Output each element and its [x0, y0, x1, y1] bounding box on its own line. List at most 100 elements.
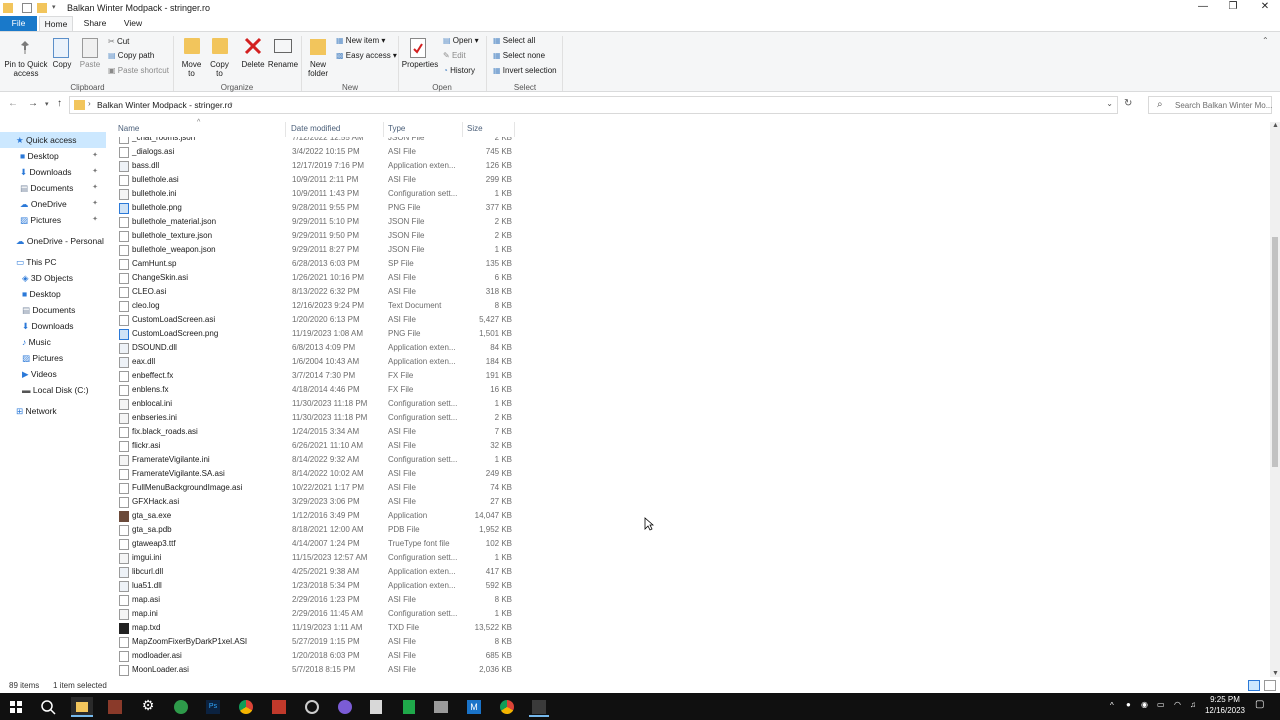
search-box[interactable]: ⌕ Search Balkan Winter Mo...	[1148, 96, 1272, 114]
breadcrumb-chevron-icon[interactable]: ›	[230, 99, 233, 108]
details-view-icon[interactable]	[1248, 680, 1260, 691]
file-row[interactable]: enbseries.ini 11/30/2023 11:18 PM Configur…	[110, 411, 520, 425]
file-row[interactable]: MoonLoader.asi 5/7/2018 8:15 PM ASI File 2,…	[110, 663, 520, 677]
edit-button[interactable]: ✎ Edit	[443, 51, 466, 61]
select-all-button[interactable]: ▦ Select all	[493, 36, 535, 46]
new-folder-quick-icon[interactable]	[37, 3, 47, 13]
easy-access-button[interactable]: ▩ Easy access ▾	[336, 51, 397, 61]
nav-pc-music[interactable]: ♪ Music	[22, 334, 51, 350]
new-item-button[interactable]: ▦ New item ▾	[336, 36, 385, 46]
nav-pc-downloads[interactable]: ⬇ Downloads	[22, 318, 74, 334]
back-arrow-icon[interactable]: ←	[8, 98, 18, 109]
file-row[interactable]: bass.dll 12/17/2019 7:16 PM Application ex…	[110, 159, 520, 173]
address-bar[interactable]: › Balkan Winter Modpack - stringer.ro › …	[69, 96, 1118, 114]
file-row[interactable]: _chat_rooms.json 7/12/2022 12:55 AM JSON F…	[110, 137, 520, 145]
breadcrumb-path[interactable]: Balkan Winter Modpack - stringer.ro	[97, 100, 232, 110]
column-date-modified[interactable]: Date modified	[291, 124, 340, 133]
file-row[interactable]: flickr.asi 6/26/2021 11:10 AM ASI File 32 K…	[110, 439, 520, 453]
app-circle-icon[interactable]	[302, 697, 322, 717]
app-gray-icon[interactable]	[431, 697, 451, 717]
invert-selection-button[interactable]: ▦ Invert selection	[493, 66, 557, 76]
up-arrow-icon[interactable]: ↑	[57, 98, 62, 109]
file-row[interactable]: CustomLoadScreen.png 11/19/2023 1:08 AM PN…	[110, 327, 520, 341]
properties-button[interactable]: Properties	[400, 60, 440, 69]
file-row[interactable]: libcurl.dll 4/25/2021 9:38 AM Application …	[110, 565, 520, 579]
app-green-icon[interactable]	[171, 697, 191, 717]
recent-locations-icon[interactable]: ▾	[45, 100, 49, 108]
battery-icon[interactable]: ▭	[1157, 700, 1165, 709]
select-none-button[interactable]: ▦ Select none	[493, 51, 545, 61]
nav-quick-access[interactable]: ★ Quick access	[0, 132, 106, 148]
app-purple-icon[interactable]	[335, 697, 355, 717]
rename-button[interactable]: Rename	[267, 60, 299, 69]
file-row[interactable]: gta_sa.exe 1/12/2016 3:49 PM Application 14…	[110, 509, 520, 523]
file-row[interactable]: enblens.fx 4/18/2014 4:46 PM FX File 16 KB	[110, 383, 520, 397]
file-row[interactable]: MapZoomFixerByDarkP1xel.ASI 5/27/2019 1:1…	[110, 635, 520, 649]
file-row[interactable]: eax.dll 1/6/2004 10:43 AM Application exte…	[110, 355, 520, 369]
app-dark-icon[interactable]	[529, 697, 549, 717]
nav-qa-pictures[interactable]: ▨ Pictures ✦	[20, 212, 106, 228]
large-icons-view-icon[interactable]	[1264, 680, 1276, 691]
microphone-icon[interactable]: ●	[1126, 700, 1131, 709]
customize-quick-access-icon[interactable]: ▾	[52, 3, 58, 13]
paste-button[interactable]: Paste	[78, 60, 102, 69]
camera-icon[interactable]: ◉	[1141, 700, 1148, 709]
file-row[interactable]: gta_sa.pdb 8/18/2021 12:00 AM PDB File 1,95…	[110, 523, 520, 537]
app-red-icon[interactable]	[105, 697, 125, 717]
file-row[interactable]: lua51.dll 1/23/2018 5:34 PM Application ex…	[110, 579, 520, 593]
file-row[interactable]: gtaweap3.ttf 4/14/2007 1:24 PM TrueType fo…	[110, 537, 520, 551]
column-divider[interactable]	[285, 122, 286, 137]
file-row[interactable]: FramerateVigilante.SA.asi 8/14/2022 10:02…	[110, 467, 520, 481]
refresh-icon[interactable]: ↻	[1124, 98, 1132, 109]
nav-qa-downloads[interactable]: ⬇ Downloads ✦	[20, 164, 106, 180]
chrome-icon[interactable]	[236, 697, 256, 717]
scroll-down-icon[interactable]: ▼	[1272, 670, 1279, 677]
file-row[interactable]: ChangeSkin.asi 1/26/2021 10:16 PM ASI File…	[110, 271, 520, 285]
file-row[interactable]: bullethole.ini 10/9/2011 1:43 PM Configura…	[110, 187, 520, 201]
file-row[interactable]: bullethole_texture.json 9/29/2011 9:50 PM…	[110, 229, 520, 243]
search-icon[interactable]	[38, 697, 58, 717]
delete-button[interactable]: Delete	[238, 60, 268, 69]
column-type[interactable]: Type	[388, 124, 405, 133]
volume-icon[interactable]: ♫	[1190, 700, 1196, 709]
file-explorer-taskbar-icon[interactable]	[71, 697, 93, 717]
app-doc-icon[interactable]	[366, 697, 386, 717]
column-divider[interactable]	[462, 122, 463, 137]
settings-icon[interactable]: ⚙	[138, 697, 158, 717]
file-row[interactable]: DSOUND.dll 6/8/2013 4:09 PM Application ex…	[110, 341, 520, 355]
clock-time[interactable]: 9:25 PM	[1209, 695, 1241, 704]
chrome-2-icon[interactable]	[497, 697, 517, 717]
paste-shortcut-button[interactable]: ▣ Paste shortcut	[108, 66, 169, 76]
nav-pc-desktop[interactable]: ■ Desktop	[22, 286, 61, 302]
nav-pc-documents[interactable]: ▤ Documents	[22, 302, 75, 318]
maximize-button[interactable]: ❐	[1218, 0, 1248, 16]
file-row[interactable]: bullethole.asi 10/9/2011 2:11 PM ASI File 2…	[110, 173, 520, 187]
file-row[interactable]: _dialogs.asi 3/4/2022 10:15 PM ASI File 745…	[110, 145, 520, 159]
forward-arrow-icon[interactable]: →	[28, 98, 38, 109]
file-row[interactable]: bullethole.png 9/28/2011 9:55 PM PNG File 3…	[110, 201, 520, 215]
nav-network[interactable]: ⊞ Network	[16, 403, 57, 419]
nav-pc-videos[interactable]: ▶ Videos	[22, 366, 57, 382]
show-hidden-icons[interactable]: ^	[1110, 701, 1114, 710]
file-row[interactable]: bullethole_material.json 9/29/2011 5:10 P…	[110, 215, 520, 229]
wifi-icon[interactable]: ◠	[1174, 700, 1181, 709]
nav-qa-documents[interactable]: ▤ Documents ✦	[20, 180, 106, 196]
column-divider[interactable]	[514, 122, 515, 137]
properties-quick-icon[interactable]	[22, 3, 32, 13]
history-button[interactable]: ◔ History	[443, 66, 475, 76]
address-dropdown-icon[interactable]: ⌄	[1106, 99, 1113, 108]
move-to-button[interactable]: Move to	[178, 60, 205, 78]
file-row[interactable]: cleo.log 12/16/2023 9:24 PM Text Document 8…	[110, 299, 520, 313]
tab-share[interactable]: Share	[78, 16, 112, 31]
tab-home[interactable]: Home	[39, 16, 73, 31]
file-row[interactable]: enbeffect.fx 3/7/2014 7:30 PM FX File 191 K…	[110, 369, 520, 383]
collapse-ribbon-icon[interactable]: ⌃	[1262, 36, 1269, 46]
file-row[interactable]: FramerateVigilante.ini 8/14/2022 9:32 AM C…	[110, 453, 520, 467]
column-size[interactable]: Size	[467, 124, 483, 133]
copy-button[interactable]: Copy	[50, 60, 74, 69]
open-button[interactable]: ▤ Open ▾	[443, 36, 479, 46]
file-row[interactable]: imgui.ini 11/15/2023 12:57 AM Configuratio…	[110, 551, 520, 565]
app-red-2-icon[interactable]	[269, 697, 289, 717]
nav-qa-desktop[interactable]: ■ Desktop ✦	[20, 148, 106, 164]
file-row[interactable]: CustomLoadScreen.asi 1/20/2020 6:13 PM ASI…	[110, 313, 520, 327]
